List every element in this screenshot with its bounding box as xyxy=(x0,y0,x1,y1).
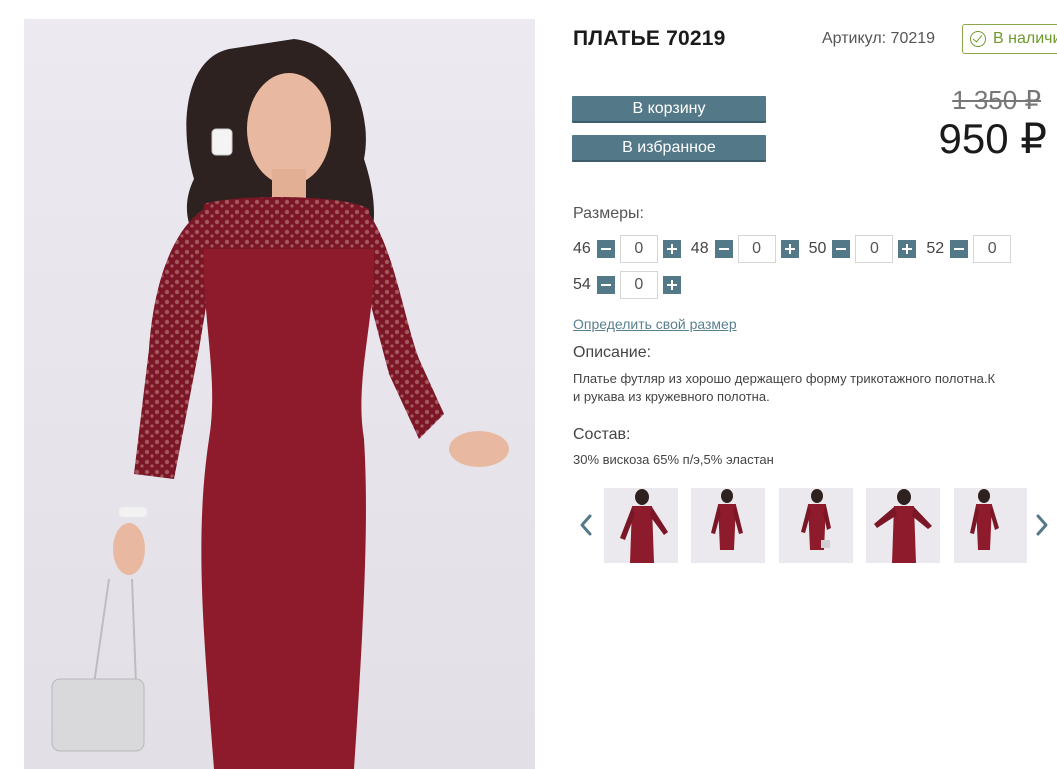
check-circle-icon xyxy=(970,31,986,47)
minus-icon[interactable] xyxy=(832,240,851,258)
plus-icon[interactable] xyxy=(780,240,799,258)
add-to-cart-button[interactable]: В корзину xyxy=(572,96,766,123)
thumbnail-image xyxy=(711,489,743,550)
size-guide-link[interactable]: Определить свой размер xyxy=(573,316,737,332)
minus-icon[interactable] xyxy=(950,240,969,258)
current-price: 950 ₽ xyxy=(938,115,1047,162)
thumbnail-1[interactable] xyxy=(604,488,678,563)
quantity-input-46[interactable] xyxy=(619,235,658,263)
size-number: 52 xyxy=(926,240,945,257)
size-number: 48 xyxy=(690,240,709,257)
thumbnail-5[interactable] xyxy=(954,488,1027,563)
size-number: 54 xyxy=(573,276,591,293)
quantity-input-54[interactable] xyxy=(619,271,658,299)
quantity-input-48[interactable] xyxy=(737,235,776,263)
product-page: ПЛАТЬЕ 70219 Артикул: 70219 В наличии В … xyxy=(0,0,1057,769)
sizes-row-2: 54 xyxy=(573,271,691,299)
stock-label: В наличии xyxy=(993,30,1057,47)
description-label: Описание: xyxy=(573,344,652,361)
thumbnail-4[interactable] xyxy=(866,488,940,563)
composition-label: Состав: xyxy=(573,426,631,443)
minus-icon[interactable] xyxy=(596,240,615,258)
thumbnail-gallery xyxy=(604,488,1027,564)
size-number: 46 xyxy=(573,240,591,257)
composition-text: 30% вискоза 65% п/э,5% эластан xyxy=(573,452,774,467)
thumbnail-image xyxy=(970,489,999,550)
plus-icon[interactable] xyxy=(898,240,917,258)
plus-icon[interactable] xyxy=(662,240,681,258)
thumbnail-2[interactable] xyxy=(691,488,765,563)
size-item-48: 48 xyxy=(691,235,799,263)
minus-icon[interactable] xyxy=(596,276,615,294)
size-item-54: 54 xyxy=(573,271,681,299)
product-main-image[interactable] xyxy=(24,19,535,769)
product-title: ПЛАТЬЕ 70219 xyxy=(573,27,726,50)
size-number: 50 xyxy=(808,240,827,257)
thumbnail-image xyxy=(801,489,831,550)
thumbnail-image xyxy=(620,489,668,563)
description-line-1: Платье футляр из хорошо держащего форму … xyxy=(573,371,996,386)
plus-icon[interactable] xyxy=(662,276,681,294)
chevron-right-icon[interactable] xyxy=(1033,512,1051,538)
description-text: Платье футляр из хорошо держащего форму … xyxy=(573,370,1057,406)
product-article: Артикул: 70219 xyxy=(822,30,936,47)
minus-icon[interactable] xyxy=(714,240,733,258)
add-to-favorites-button[interactable]: В избранное xyxy=(572,135,766,162)
size-item-52: 52 xyxy=(926,235,1016,263)
sizes-row-1: 46 48 50 52 xyxy=(573,235,1026,263)
quantity-input-52[interactable] xyxy=(973,235,1012,263)
description-line-2: и рукава из кружевного полотна. xyxy=(573,389,770,404)
stock-badge: В наличии xyxy=(962,24,1057,54)
thumbnail-3[interactable] xyxy=(779,488,853,563)
quantity-input-50[interactable] xyxy=(855,235,894,263)
size-item-46: 46 xyxy=(573,235,681,263)
old-price: 1 350 ₽ xyxy=(952,85,1041,115)
size-item-50: 50 xyxy=(809,235,917,263)
chevron-left-icon[interactable] xyxy=(577,512,595,538)
dress-photo-illustration xyxy=(51,39,509,769)
thumbnail-image xyxy=(874,489,932,563)
sizes-label: Размеры: xyxy=(573,205,644,222)
